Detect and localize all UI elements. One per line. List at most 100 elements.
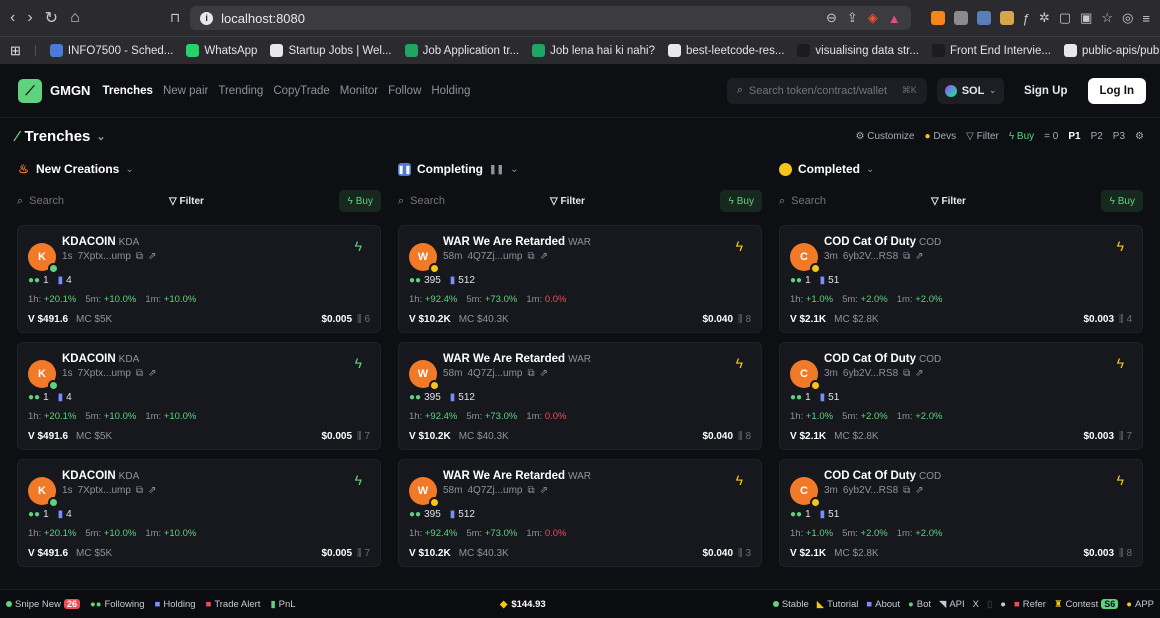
copy-icon[interactable]: ⧉ [136,368,143,379]
copy-icon[interactable]: ⧉ [903,368,910,379]
preset-p1[interactable]: P1 [1068,131,1080,142]
rewards-icon[interactable]: ▲ [888,11,901,26]
token-avatar[interactable]: C [790,243,821,274]
gmgn-logo-icon[interactable]: ⟋ [18,78,42,103]
column-search[interactable]: ⌕ [17,195,167,208]
metamask-icon[interactable] [930,11,945,25]
column-search[interactable]: ⌕ [398,195,548,208]
token-card[interactable]: C COD Cat Of Duty COD 3m 6yb2V...RS8 ⧉ ⇗ … [779,459,1143,567]
token-card[interactable]: W WAR We Are Retarded WAR 58m 4Q7Zj...ump… [398,342,762,450]
bot-link[interactable]: ● Bot [908,599,931,610]
token-avatar[interactable]: K [28,477,59,508]
flash-buy-icon[interactable]: ϟ [355,472,362,488]
column-buy-button[interactable]: ϟ Buy [1101,190,1143,212]
forward-icon[interactable]: › [27,9,32,27]
nav-monitor[interactable]: Monitor [340,85,378,97]
token-avatar[interactable]: W [409,477,440,508]
external-link-icon[interactable]: ⇗ [915,368,923,379]
column-buy-button[interactable]: ϟ Buy [720,190,762,212]
external-link-icon[interactable]: ⇗ [540,485,548,496]
tutorial-link[interactable]: ◣ Tutorial [817,599,859,610]
apps-icon[interactable]: ⊞ [10,43,21,59]
token-avatar[interactable]: K [28,360,59,391]
token-search[interactable]: ⌕ ⌘K [726,77,927,104]
share-icon[interactable]: ⇪ [847,10,858,26]
column-search-input[interactable] [410,195,511,207]
pnl-button[interactable]: ▮ PnL [270,599,295,610]
token-search-input[interactable] [748,84,896,97]
copy-icon[interactable]: ⧉ [903,485,910,496]
column-filter-button[interactable]: ▽ Filter [169,196,204,207]
customize-button[interactable]: ⚙ Customize [855,131,914,142]
home-icon[interactable]: ⌂ [70,9,80,27]
app-link[interactable]: ● APP [1126,599,1154,610]
about-link[interactable]: ■ About [866,599,900,610]
puzzle-icon[interactable]: ✲ [1039,10,1050,26]
pause-status-icon[interactable]: ❚❚ [489,164,504,175]
settings-icon[interactable]: ⚙ [1135,131,1144,142]
extension-icon[interactable] [999,11,1014,25]
preset-p2[interactable]: P2 [1091,131,1103,142]
token-avatar[interactable]: K [28,243,59,274]
bookmark-item[interactable]: Startup Jobs | Wel... [270,44,392,57]
snipe-new-button[interactable]: Snipe New 26 [6,599,80,610]
nav-trending[interactable]: Trending [218,85,263,97]
token-card[interactable]: K KDACOIN KDA 1s 7Xptx...ump ⧉ ⇗ ϟ ●● 1 ▮ 4 [17,342,381,450]
quick-buy-button[interactable]: ϟ Buy [1009,131,1034,142]
flash-buy-icon[interactable]: ϟ [736,472,743,488]
log-in-button[interactable]: Log In [1087,77,1146,104]
flash-buy-icon[interactable]: ϟ [736,355,743,371]
bookmark-page-icon[interactable]: ⊓ [170,10,180,26]
external-link-icon[interactable]: ⇗ [915,251,923,262]
flash-buy-icon[interactable]: ϟ [355,355,362,371]
column-search-input[interactable] [29,195,130,207]
flash-buy-icon[interactable]: ϟ [1117,472,1124,488]
bookmark-item[interactable]: WhatsApp [186,44,257,57]
wallet-icon[interactable]: ◎ [1122,10,1133,26]
column-header[interactable]: ❚❚ Completing ❚❚ ⌄ [398,154,762,184]
token-avatar[interactable]: C [790,360,821,391]
column-search-input[interactable] [791,195,892,207]
preset-p3[interactable]: P3 [1113,131,1125,142]
brave-shield-icon[interactable]: ◈ [868,10,878,26]
external-link-icon[interactable]: ⇗ [148,251,156,262]
chain-selector[interactable]: SOL ⌄ [936,77,1005,104]
external-link-icon[interactable]: ⇗ [148,368,156,379]
external-link-icon[interactable]: ⇗ [915,485,923,496]
function-icon[interactable]: ƒ [1023,11,1030,26]
nav-follow[interactable]: Follow [388,85,421,97]
external-link-icon[interactable]: ⇗ [148,485,156,496]
bookmark-item[interactable]: public-apis/public... [1063,44,1160,57]
flash-buy-icon[interactable]: ϟ [1117,238,1124,254]
bookmark-item[interactable]: INFO7500 - Sched... [49,44,173,57]
site-info-icon[interactable]: i [200,11,214,25]
telegram-icon[interactable]: ▯ [987,599,992,610]
nav-trenches[interactable]: Trenches [102,85,153,97]
buy-amount[interactable]: = 0 [1044,131,1058,142]
star-icon[interactable]: ☆ [1101,10,1113,26]
address-bar[interactable]: i localhost:8080 ⊖ ⇪ ◈ ▲ [190,6,911,30]
token-avatar[interactable]: W [409,360,440,391]
token-avatar[interactable]: W [409,243,440,274]
token-card[interactable]: W WAR We Are Retarded WAR 58m 4Q7Zj...ump… [398,225,762,333]
column-header[interactable]: ♨ New Creations ⌄ [17,154,381,184]
copy-icon[interactable]: ⧉ [903,251,910,262]
token-card[interactable]: K KDACOIN KDA 1s 7Xptx...ump ⧉ ⇗ ϟ ●● 1 ▮ 4 [17,225,381,333]
copy-icon[interactable]: ⧉ [527,368,534,379]
copy-icon[interactable]: ⧉ [136,251,143,262]
bookmark-item[interactable]: visualising data str... [797,44,919,57]
column-header[interactable]: Completed ⌄ [779,154,1143,184]
bookmark-item[interactable]: Job lena hai ki nahi? [532,44,655,57]
flash-buy-icon[interactable]: ϟ [1117,355,1124,371]
column-filter-button[interactable]: ▽ Filter [931,196,966,207]
nav-new-pair[interactable]: New pair [163,85,208,97]
api-link[interactable]: ◥ API [939,599,965,610]
external-link-icon[interactable]: ⇗ [540,368,548,379]
bookmark-item[interactable]: Job Application tr... [404,44,519,57]
brand-name[interactable]: GMGN [50,83,90,98]
devs-button[interactable]: ● Devs [924,131,956,142]
column-buy-button[interactable]: ϟ Buy [339,190,381,212]
copy-icon[interactable]: ⧉ [527,485,534,496]
column-search[interactable]: ⌕ [779,195,929,208]
flash-buy-icon[interactable]: ϟ [355,238,362,254]
